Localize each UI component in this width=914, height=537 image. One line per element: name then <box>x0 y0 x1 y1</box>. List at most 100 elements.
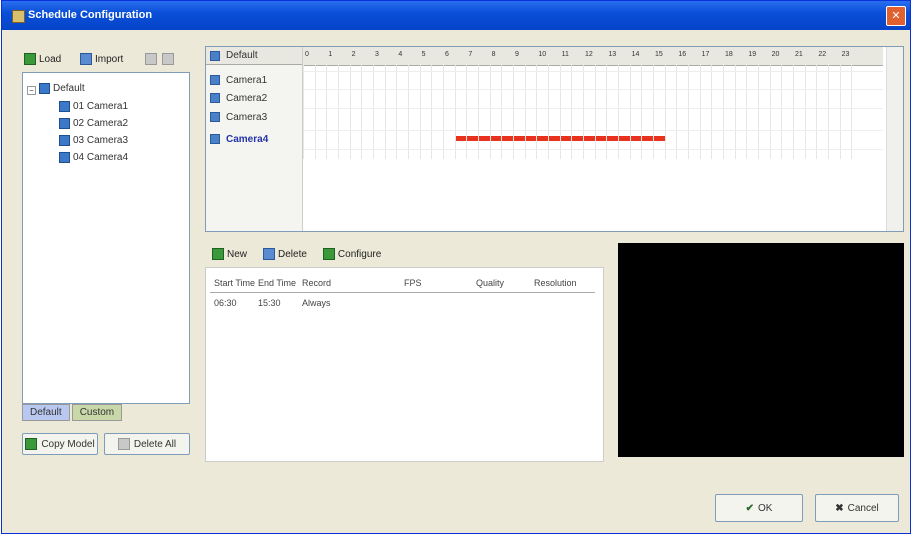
move-down-button[interactable] <box>162 53 174 65</box>
x-icon: ✖ <box>835 502 844 514</box>
schedule-timeline[interactable]: 0 1 2 3 4 5 6 7 8 9 10 11 12 13 14 15 16 17 18 19 20 21 22 23 <box>303 47 883 231</box>
title-bar[interactable]: Schedule Configuration ✕ <box>2 1 910 30</box>
tree-item-camera3[interactable]: 03 Camera3 <box>59 135 128 146</box>
schedule-row-camera1[interactable]: Camera1 <box>206 71 302 89</box>
grid-line <box>793 65 794 159</box>
delete-label: Delete <box>278 248 307 260</box>
grid-row-line <box>303 89 883 90</box>
ok-button[interactable]: ✔ OK <box>715 494 803 522</box>
tab-default[interactable]: Default <box>22 404 70 421</box>
grid-line <box>688 65 689 159</box>
video-preview <box>618 243 904 457</box>
arrow-down-icon <box>162 53 174 65</box>
checkbox-icon[interactable] <box>210 93 220 103</box>
close-icon[interactable]: ✕ <box>886 6 906 26</box>
tree-item-label: 02 Camera2 <box>73 118 129 129</box>
camera-icon <box>59 101 70 112</box>
tree-item-camera2[interactable]: 02 Camera2 <box>59 118 128 129</box>
grid-row-line <box>303 71 883 72</box>
hour-tick-label: 8 <box>491 51 496 58</box>
schedule-list[interactable]: Start Time End Time Record FPS Quality R… <box>205 267 604 462</box>
schedule-row-camera4[interactable]: Camera4 <box>206 130 302 148</box>
grid-line <box>303 65 304 159</box>
grid-line <box>431 65 433 159</box>
schedule-row-camera3[interactable]: Camera3 <box>206 108 302 126</box>
column-header[interactable]: FPS <box>404 278 422 288</box>
hour-tick-label: 4 <box>398 51 403 58</box>
cancel-button[interactable]: ✖ Cancel <box>815 494 899 522</box>
import-label: Import <box>95 53 124 65</box>
column-header[interactable]: Resolution <box>534 278 577 288</box>
load-button[interactable]: Load <box>24 53 61 65</box>
schedule-header-label: Default <box>226 50 258 61</box>
app-icon <box>12 10 25 23</box>
grid-line <box>828 65 829 159</box>
checkbox-icon[interactable] <box>210 112 220 122</box>
hour-tick-label: 15 <box>655 51 663 58</box>
grid-line <box>478 65 479 159</box>
grid-row-line <box>303 108 883 109</box>
grid-line <box>723 65 724 159</box>
grid-line <box>314 65 316 159</box>
grid-line <box>408 65 409 159</box>
tree-item-camera4[interactable]: 04 Camera4 <box>59 152 128 163</box>
import-button[interactable]: Import <box>80 53 123 65</box>
grid-line <box>816 65 818 159</box>
delete-all-button[interactable]: Delete All <box>104 433 190 455</box>
schedule-row-label: Camera3 <box>226 111 268 123</box>
grid-line <box>419 65 421 159</box>
tree-item-camera1[interactable]: 01 Camera1 <box>59 101 128 112</box>
hour-tick-label: 5 <box>421 51 426 58</box>
grid-line <box>851 65 853 159</box>
grid-line <box>349 65 351 159</box>
column-header[interactable]: Start Time <box>214 278 255 288</box>
delete-button[interactable]: Delete <box>263 248 307 260</box>
grid-line <box>804 65 806 159</box>
grid-line <box>699 65 701 159</box>
configure-button[interactable]: Configure <box>322 248 381 260</box>
hour-tick-label: 22 <box>818 51 827 58</box>
column-header[interactable]: End Time <box>258 278 296 288</box>
grid-line <box>641 65 643 159</box>
schedule-scrollbar[interactable] <box>886 47 903 231</box>
hour-tick-label: 0 <box>305 51 309 58</box>
grid-line <box>396 65 398 159</box>
grid-line <box>758 65 759 159</box>
schedule-header-row[interactable]: Default <box>206 47 302 65</box>
grid-line <box>618 65 619 159</box>
checkbox-icon[interactable] <box>210 75 220 85</box>
hour-tick-label: 23 <box>841 51 850 58</box>
tree-root[interactable]: Default <box>39 83 85 94</box>
cancel-label: Cancel <box>847 502 879 514</box>
new-button[interactable]: New <box>212 248 247 260</box>
tree-expander-icon[interactable]: − <box>27 86 36 95</box>
hour-tick-label: 3 <box>375 51 379 58</box>
column-header[interactable]: Quality <box>476 278 504 288</box>
hour-tick-label: 21 <box>795 51 803 58</box>
copy-model-button[interactable]: Copy Model <box>22 433 98 455</box>
grid-row-line <box>303 149 883 150</box>
grid-line <box>443 65 444 159</box>
tab-custom[interactable]: Custom <box>71 404 123 421</box>
tree-item-label: 03 Camera3 <box>73 135 129 146</box>
grid-line <box>594 65 596 159</box>
check-icon: ✔ <box>745 502 754 514</box>
schedule-row-camera2[interactable]: Camera2 <box>206 89 302 107</box>
import-icon <box>80 53 92 65</box>
grid-line <box>781 65 783 159</box>
hour-tick-label: 20 <box>771 51 780 58</box>
hour-tick-label: 19 <box>748 51 757 58</box>
hour-tick-label: 18 <box>725 51 733 58</box>
copy-icon <box>25 438 38 450</box>
grid-row-line <box>303 130 883 131</box>
column-header[interactable]: Record <box>302 278 331 288</box>
hour-tick-label: 9 <box>515 51 519 58</box>
checkbox-icon[interactable] <box>210 50 220 61</box>
grid-line <box>489 65 491 159</box>
checkbox-icon[interactable] <box>210 134 220 144</box>
move-up-button[interactable] <box>145 53 157 65</box>
camera-tree[interactable]: − Default 01 Camera1 02 Camera2 03 Camer… <box>22 72 190 404</box>
schedule-grid: Default Camera1 Camera2 Camera3 Camera4 … <box>205 46 904 232</box>
grid-line <box>548 65 549 159</box>
hour-tick-label: 16 <box>678 51 687 58</box>
